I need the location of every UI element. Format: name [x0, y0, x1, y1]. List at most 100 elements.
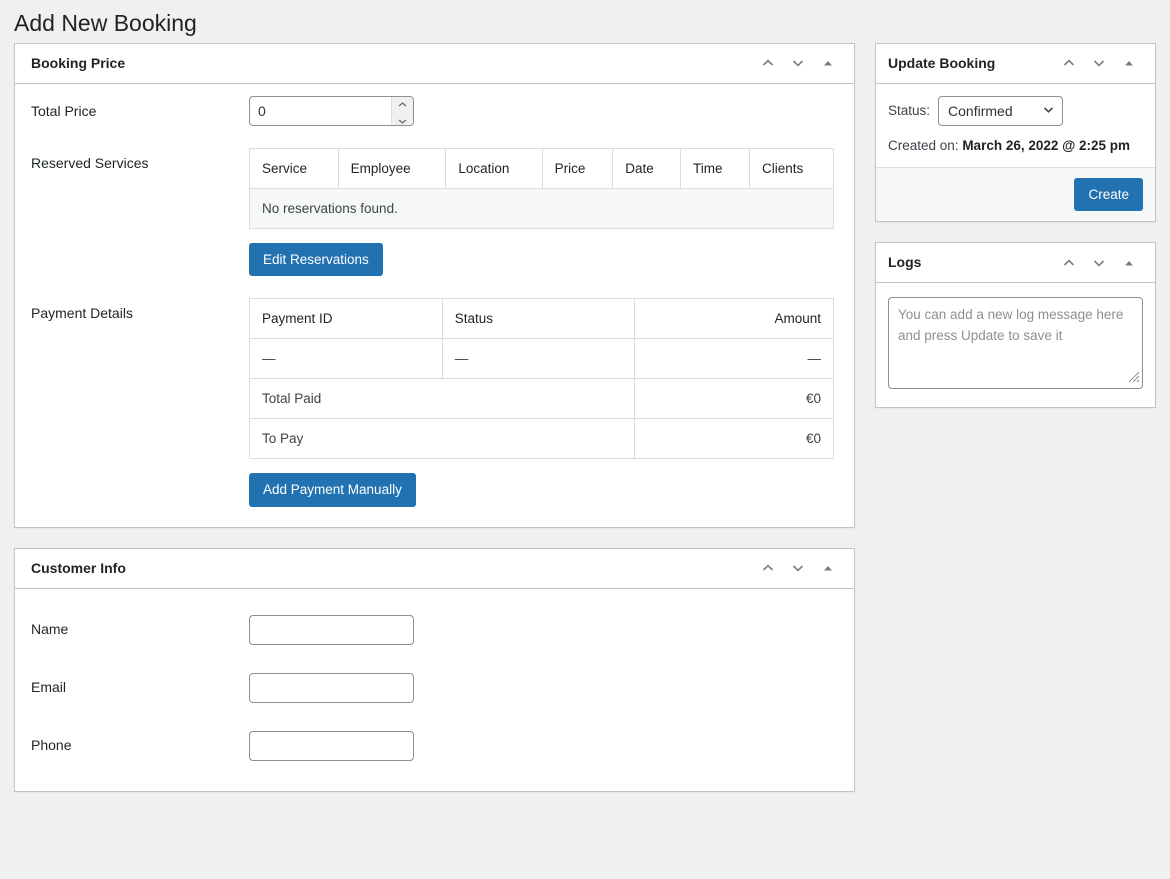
reserved-services-label: Reserved Services [31, 148, 249, 174]
move-up-button[interactable] [754, 48, 782, 78]
total-price-label: Total Price [31, 96, 249, 122]
payment-details-tbody: — — — Total Paid €0 To Pay [250, 339, 834, 459]
toggle-panel-button[interactable] [1115, 48, 1143, 78]
column-service: Service [250, 148, 339, 188]
total-price-input[interactable] [249, 96, 414, 126]
reserved-services-row: Reserved Services Service Employee Locat… [31, 148, 838, 277]
name-input[interactable] [249, 615, 414, 645]
toggle-panel-button[interactable] [1115, 248, 1143, 278]
column-time: Time [681, 148, 750, 188]
reserved-services-field: Service Employee Location Price Date Tim… [249, 148, 838, 277]
payment-details-thead: Payment ID Status Amount [250, 299, 834, 339]
move-down-button[interactable] [1085, 48, 1113, 78]
panel-handle-actions [1055, 48, 1143, 78]
table-row-to-pay: To Pay €0 [250, 419, 834, 459]
triangle-up-icon [821, 56, 835, 70]
update-booking-header: Update Booking [876, 44, 1155, 84]
email-input[interactable] [249, 673, 414, 703]
update-booking-title: Update Booking [888, 54, 995, 74]
move-down-button[interactable] [784, 48, 812, 78]
cell-amount: — [635, 339, 834, 379]
main-column: Booking Price [14, 43, 855, 812]
created-on-value: March 26, 2022 @ 2:25 pm [962, 138, 1130, 153]
phone-input[interactable] [249, 731, 414, 761]
panel-handle-actions [1055, 248, 1143, 278]
status-label: Status: [888, 103, 930, 118]
customer-email-label: Email [31, 673, 249, 698]
table-row: — — — [250, 339, 834, 379]
update-booking-body: Status: Confirmed Created on: March 26, … [876, 84, 1155, 167]
chevron-up-icon [1061, 255, 1077, 271]
booking-price-body: Total Price [15, 84, 854, 527]
payment-details-label: Payment Details [31, 298, 249, 324]
total-price-input-wrap [249, 96, 414, 126]
reserved-services-thead: Service Employee Location Price Date Tim… [250, 148, 834, 188]
chevron-down-icon [1091, 255, 1107, 271]
customer-name-field [249, 615, 838, 645]
logs-panel: Logs [875, 242, 1156, 408]
table-row: No reservations found. [250, 188, 834, 228]
customer-info-panel: Customer Info [14, 548, 855, 792]
table-header-row: Payment ID Status Amount [250, 299, 834, 339]
number-spinner[interactable] [391, 97, 413, 125]
cell-payment-id: — [250, 339, 443, 379]
logs-header: Logs [876, 243, 1155, 283]
create-button[interactable]: Create [1074, 178, 1143, 212]
status-row: Status: Confirmed [888, 96, 1143, 126]
status-select[interactable]: Confirmed [938, 96, 1063, 126]
customer-name-label: Name [31, 615, 249, 640]
customer-email-field [249, 673, 838, 703]
customer-name-row: Name [31, 615, 838, 645]
created-on-row: Created on: March 26, 2022 @ 2:25 pm [888, 138, 1143, 157]
side-column: Update Booking [875, 43, 1156, 429]
move-up-button[interactable] [754, 553, 782, 583]
column-location: Location [446, 148, 542, 188]
customer-phone-label: Phone [31, 731, 249, 756]
column-amount: Amount [635, 299, 834, 339]
label-to-pay: To Pay [250, 419, 635, 459]
chevron-up-icon [1061, 55, 1077, 71]
payment-details-row: Payment Details Payment ID Status Amount [31, 298, 838, 507]
chevron-down-icon [790, 55, 806, 71]
triangle-up-icon [821, 561, 835, 575]
booking-price-title: Booking Price [31, 54, 125, 74]
customer-info-title: Customer Info [31, 559, 126, 579]
cell-status: — [442, 339, 635, 379]
table-row-total-paid: Total Paid €0 [250, 379, 834, 419]
payment-details-field: Payment ID Status Amount — — — [249, 298, 838, 507]
add-payment-manually-button[interactable]: Add Payment Manually [249, 473, 416, 507]
panel-handle-actions [754, 553, 842, 583]
value-to-pay: €0 [635, 419, 834, 459]
log-message-textarea[interactable] [888, 297, 1143, 389]
toggle-panel-button[interactable] [814, 553, 842, 583]
booking-price-panel: Booking Price [14, 43, 855, 528]
triangle-up-icon [1122, 56, 1136, 70]
reserved-services-table: Service Employee Location Price Date Tim… [249, 148, 834, 229]
logs-title: Logs [888, 253, 921, 273]
log-textarea-wrap [888, 297, 1143, 389]
toggle-panel-button[interactable] [814, 48, 842, 78]
customer-email-row: Email [31, 673, 838, 703]
column-employee: Employee [338, 148, 446, 188]
chevron-up-icon [760, 560, 776, 576]
move-down-button[interactable] [784, 553, 812, 583]
update-booking-footer: Create [876, 167, 1155, 222]
logs-body [876, 283, 1155, 407]
no-reservations-message: No reservations found. [250, 188, 834, 228]
total-price-row: Total Price [31, 96, 838, 126]
chevron-down-icon [1091, 55, 1107, 71]
label-total-paid: Total Paid [250, 379, 635, 419]
move-up-button[interactable] [1055, 248, 1083, 278]
panel-handle-actions [754, 48, 842, 78]
payment-details-table: Payment ID Status Amount — — — [249, 298, 834, 459]
customer-info-body: Name Email Phone [15, 589, 854, 791]
move-up-button[interactable] [1055, 48, 1083, 78]
column-clients: Clients [750, 148, 834, 188]
move-down-button[interactable] [1085, 248, 1113, 278]
customer-phone-field [249, 731, 838, 761]
update-booking-panel: Update Booking [875, 43, 1156, 223]
customer-info-header: Customer Info [15, 549, 854, 589]
page-layout: Booking Price [0, 43, 1170, 812]
column-date: Date [613, 148, 681, 188]
edit-reservations-button[interactable]: Edit Reservations [249, 243, 383, 277]
